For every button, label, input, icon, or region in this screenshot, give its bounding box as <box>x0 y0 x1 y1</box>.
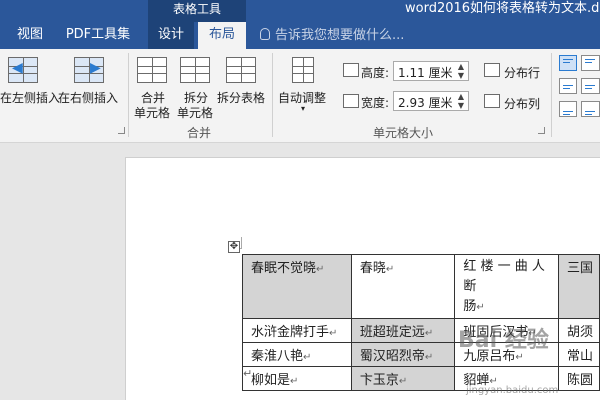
split-table-icon <box>226 57 256 83</box>
merge-cells-icon <box>137 57 167 83</box>
tab-layout[interactable]: 布局 <box>198 22 246 49</box>
cell-size-group-label: 单元格大小 <box>373 126 434 140</box>
column-width-value: 2.93 厘米 <box>398 96 453 110</box>
merge-group-label: 合并 <box>187 126 212 140</box>
tab-pdf-tools[interactable]: PDF工具集 <box>64 22 132 49</box>
group-separator <box>272 53 273 137</box>
spin-up-icon[interactable]: ▲ <box>458 63 464 71</box>
row-height-value: 1.11 厘米 <box>398 66 453 80</box>
table-cell[interactable]: 常山 <box>557 342 600 367</box>
distribute-rows-icon <box>484 63 500 77</box>
table-cell[interactable]: 班超班定远↵ <box>350 318 456 343</box>
table-move-handle-icon[interactable]: ✥ <box>228 241 240 253</box>
spin-down-icon[interactable]: ▼ <box>458 102 464 110</box>
spin-down-icon[interactable]: ▼ <box>458 72 464 80</box>
group-separator <box>128 53 129 137</box>
table-cell[interactable]: 春晓↵ <box>350 254 456 319</box>
table-cell[interactable]: 三国 <box>557 254 600 319</box>
lightbulb-icon <box>260 28 270 40</box>
table-row: 春眠不觉晓↵ 春晓↵ 红 楼 一 曲 人 断 肠↵ 三国 <box>242 254 600 319</box>
table-cell[interactable]: 红 楼 一 曲 人 断 肠↵ <box>454 254 559 319</box>
group-separator <box>551 53 552 137</box>
arrow-right-icon: ▶ <box>90 60 101 76</box>
row-height-icon <box>343 63 359 77</box>
align-top-left-button[interactable] <box>559 55 577 71</box>
tell-me-search[interactable]: 告诉我您想要做什么... <box>260 22 404 49</box>
table-cell[interactable]: 胡须 <box>557 318 600 343</box>
table-cell[interactable]: 蜀汉昭烈帝↵ <box>350 342 456 367</box>
rows-columns-dialog-launcher[interactable] <box>118 127 125 134</box>
distribute-columns-icon <box>484 94 500 108</box>
row-height-spinner[interactable]: 1.11 厘米 ▲ ▼ <box>393 61 469 81</box>
column-width-icon <box>343 94 359 108</box>
split-cells-icon <box>180 57 210 83</box>
arrow-left-icon: ◀ <box>12 60 23 76</box>
column-width-spinner[interactable]: 2.93 厘米 ▲ ▼ <box>393 91 469 111</box>
watermark-logo: Bai 经验 <box>458 328 549 353</box>
watermark-url: jingyan.baidu.com <box>466 385 559 396</box>
title-bar: 表格工具 word2016如何将表格转为文本.docx <box>0 0 600 22</box>
table-cell[interactable]: 秦淮八艳↵ <box>242 342 352 367</box>
align-middle-center-button[interactable] <box>581 78 600 94</box>
paragraph-mark: ↵ <box>243 367 253 380</box>
chevron-down-icon: ▾ <box>301 104 306 113</box>
document-title: word2016如何将表格转为文本.docx <box>405 1 600 16</box>
context-group-table-tools: 表格工具 <box>148 0 246 22</box>
table-cell[interactable]: 卞玉京↵ <box>350 366 456 391</box>
tab-view[interactable]: 视图 <box>12 22 48 49</box>
autofit-icon <box>292 57 314 83</box>
align-middle-left-button[interactable] <box>559 78 577 94</box>
align-top-center-button[interactable] <box>581 55 600 71</box>
cell-size-dialog-launcher[interactable] <box>538 127 545 134</box>
tell-me-text: 告诉我您想要做什么... <box>275 28 405 43</box>
tab-design[interactable]: 设计 <box>148 22 194 49</box>
table-cell[interactable]: 春眠不觉晓↵ <box>242 254 352 319</box>
table-cell[interactable]: 柳如是↵ <box>242 366 352 391</box>
table-cell[interactable]: 陈圆 <box>557 366 600 391</box>
ribbon-layout: ◀ 在左侧插入 ▶ 在右侧插入 合并 单元格 拆分 单元格 拆分表格 合并 自动… <box>0 49 600 143</box>
spin-up-icon[interactable]: ▲ <box>458 93 464 101</box>
table-cell[interactable]: 水浒金牌打手↵ <box>242 318 352 343</box>
align-bottom-left-button[interactable] <box>559 101 577 117</box>
align-bottom-center-button[interactable] <box>581 101 600 117</box>
